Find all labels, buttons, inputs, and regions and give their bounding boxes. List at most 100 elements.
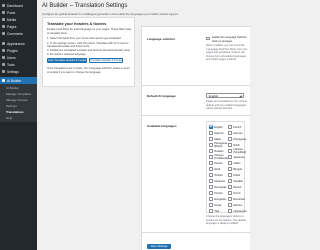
language-checkbox[interactable] <box>209 125 213 129</box>
admin-sidebar: Dashboard Posts Media Pages Comments App… <box>0 0 37 250</box>
language-option[interactable]: Thai <box>209 208 225 215</box>
menu-item-label: Comments <box>7 31 23 36</box>
language-name: Danish <box>233 185 242 189</box>
language-checkbox[interactable] <box>228 161 232 165</box>
language-checkbox[interactable] <box>228 149 232 153</box>
language-checkbox[interactable] <box>209 209 213 213</box>
language-checkbox[interactable] <box>228 191 232 195</box>
language-checkbox[interactable] <box>228 185 232 189</box>
language-checkbox[interactable] <box>209 191 213 195</box>
default-language-label: Default AI language <box>147 94 176 98</box>
language-checkbox[interactable] <box>228 137 232 141</box>
available-languages-list: English French Spanish German Italian Portugu… <box>206 121 247 215</box>
language-option[interactable]: Vietnamese <box>228 208 247 215</box>
language-checkbox[interactable] <box>209 203 213 207</box>
language-name: French <box>233 125 242 129</box>
menu-item-plugins[interactable]: Plugins <box>0 47 37 54</box>
menu-item-label: Settings <box>7 69 19 74</box>
menu-item-settings[interactable]: Settings <box>0 68 37 75</box>
page-description: Configure the global defaults for multil… <box>42 12 179 16</box>
language-checkbox[interactable] <box>228 203 232 207</box>
language-name: Thai <box>214 209 220 213</box>
language-checkbox[interactable] <box>209 197 213 201</box>
intro-step-3: 3. Publish the translated template and a… <box>47 49 130 56</box>
menu-item-pages[interactable]: Pages <box>0 23 37 30</box>
intro-step-1: 1. Select the fields from your forms tha… <box>47 37 122 40</box>
submenu-item-help[interactable]: Help <box>0 115 37 121</box>
language-name: Hungarian <box>214 197 227 201</box>
menu-item-users[interactable]: Users <box>0 54 37 61</box>
plugins-icon <box>2 49 5 52</box>
menu-item-posts[interactable]: Posts <box>0 9 37 16</box>
row-divider <box>142 232 251 233</box>
menu-item-label: Tools <box>7 62 15 67</box>
language-name: English <box>214 125 223 129</box>
language-checkbox[interactable] <box>209 143 213 147</box>
language-checkbox[interactable] <box>228 209 232 213</box>
language-name: Czech <box>233 191 241 195</box>
tools-icon <box>2 63 5 66</box>
language-name: Hindi <box>214 167 221 171</box>
language-name: Dutch <box>233 143 240 147</box>
language-switcher-checkbox-label: Enable the Language Switcher block on al… <box>211 36 247 43</box>
menu-item-media[interactable]: Media <box>0 16 37 23</box>
dashboard-icon <box>2 4 5 7</box>
language-checkbox[interactable] <box>209 131 213 135</box>
chevron-down-icon <box>239 94 242 98</box>
language-switcher-label: Language switcher <box>147 37 176 41</box>
language-name: Portuguese <box>233 137 247 141</box>
language-checkbox[interactable] <box>228 179 232 183</box>
language-name: Ukrainian <box>214 179 226 183</box>
menu-item-tools[interactable]: Tools <box>0 61 37 68</box>
posts-icon <box>2 11 5 14</box>
default-language-select[interactable]: English <box>206 93 244 98</box>
translate-intro-card: Translate your headers & footers Enable … <box>42 17 135 87</box>
language-checkbox[interactable] <box>228 173 232 177</box>
translate-button[interactable]: Translate Header & Footer <box>89 58 123 63</box>
row-divider <box>142 85 251 86</box>
language-name: Korean <box>214 161 223 165</box>
submenu-item-label: Translations <box>6 110 24 114</box>
language-switcher-help: When enabled, you can insert the 'Langua… <box>206 44 248 61</box>
menu-item-comments[interactable]: Comments <box>0 30 37 37</box>
appearance-icon <box>2 42 5 45</box>
menu-item-appearance[interactable]: Appearance <box>0 40 37 47</box>
language-checkbox[interactable] <box>209 137 213 141</box>
pages-icon <box>2 25 5 28</box>
auto-translate-button[interactable]: Auto Translate Header & Footer <box>47 58 87 63</box>
language-checkbox[interactable] <box>228 143 232 147</box>
language-name: German <box>233 131 243 135</box>
language-checkbox[interactable] <box>209 185 213 189</box>
language-name: Norwegian <box>214 185 227 189</box>
language-checkbox[interactable] <box>228 197 232 201</box>
language-name: Russian <box>214 149 224 153</box>
ai-builder-icon <box>2 79 5 82</box>
language-name: Japanese <box>233 155 245 159</box>
menu-item-label: Pages <box>7 24 17 29</box>
language-checkbox[interactable] <box>209 167 213 171</box>
save-settings-button[interactable]: Save Settings <box>147 244 171 249</box>
language-checkbox[interactable] <box>228 155 232 159</box>
menu-item-label: AI Builder <box>7 78 22 83</box>
language-checkbox[interactable] <box>228 131 232 135</box>
language-checkbox[interactable] <box>209 155 213 159</box>
menu-item-dashboard[interactable]: Dashboard <box>0 2 37 9</box>
language-checkbox[interactable] <box>209 179 213 183</box>
language-switcher-checkbox[interactable] <box>206 36 210 41</box>
media-icon <box>2 18 5 21</box>
language-checkbox[interactable] <box>228 167 232 171</box>
submenu-item-label: Settings <box>6 104 17 108</box>
menu-item-ai-builder[interactable]: AI Builder <box>0 77 37 84</box>
language-checkbox[interactable] <box>228 125 232 129</box>
default-language-value: English <box>209 94 219 98</box>
translation-settings-form: Language switcher Enable the Language Sw… <box>141 26 251 250</box>
language-name: Italian <box>214 137 222 141</box>
language-checkbox[interactable] <box>209 161 213 165</box>
language-checkbox[interactable] <box>209 173 213 177</box>
language-checkbox[interactable] <box>209 149 213 153</box>
menu-item-label: Media <box>7 17 16 22</box>
card-title: Translate your headers & footers <box>47 22 107 26</box>
language-name: Polish <box>233 173 241 177</box>
submenu-item-label: Manage Templates <box>6 92 32 96</box>
submenu-item-label: Manage Presets <box>6 98 28 102</box>
